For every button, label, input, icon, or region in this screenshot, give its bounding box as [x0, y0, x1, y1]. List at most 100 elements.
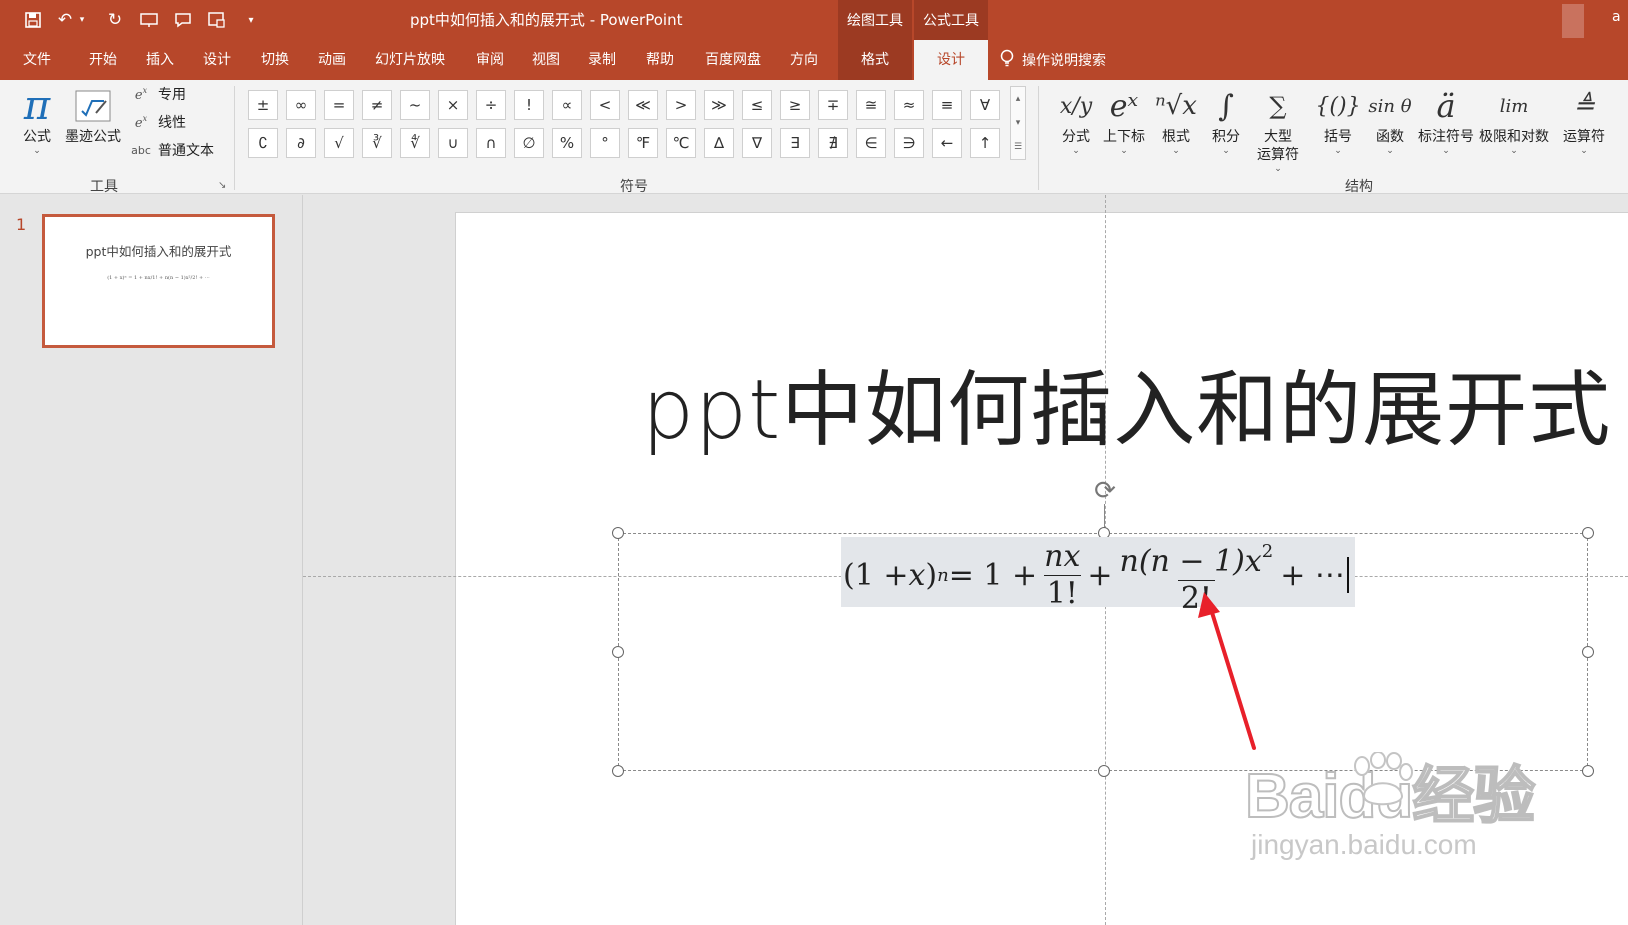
scroll-up-icon[interactable]: ▴ — [1016, 94, 1021, 104]
structure-button[interactable]: ≜ 运算符 ⌄ — [1556, 84, 1612, 156]
symbol-button[interactable]: ≤ — [742, 90, 772, 120]
symbol-button[interactable]: < — [590, 90, 620, 120]
gallery-more-icon[interactable]: ☰ — [1014, 142, 1022, 152]
structure-button[interactable]: sin θ 函数 ⌄ — [1362, 84, 1418, 157]
symbol-button[interactable]: ≪ — [628, 90, 658, 120]
symbol-button[interactable]: ± — [248, 90, 278, 120]
symbol-button[interactable]: ∇ — [742, 128, 772, 158]
structure-button[interactable]: ⁿ√x 根式 ⌄ — [1148, 84, 1204, 156]
symbol-button[interactable]: ≥ — [780, 90, 810, 120]
resize-handle-bottom-right[interactable] — [1582, 765, 1594, 777]
symbol-button[interactable]: ∈ — [856, 128, 886, 158]
symbol-button[interactable]: ° — [590, 128, 620, 158]
symbol-button[interactable]: ∂ — [286, 128, 316, 158]
ink-equation-button[interactable]: 墨迹公式 — [62, 84, 124, 146]
symbol-button[interactable]: ÷ — [476, 90, 506, 120]
undo-icon[interactable]: ↶ — [52, 6, 78, 34]
tab-transitions[interactable]: 切换 — [246, 40, 304, 80]
symbol-button[interactable]: ∃ — [780, 128, 810, 158]
slide-thumbnail[interactable]: ppt中如何插入和的展开式 (1 + x)ⁿ = 1 + nx/1! + n(n… — [42, 214, 275, 348]
symbol-button[interactable]: ∆ — [704, 128, 734, 158]
professional-button[interactable]: ex 专用 — [130, 82, 186, 106]
tab-help[interactable]: 帮助 — [632, 40, 688, 80]
slide-title[interactable]: ppt中如何插入和的展开式 — [642, 343, 1611, 462]
symbol-button[interactable]: ∩ — [476, 128, 506, 158]
window-control-button[interactable] — [1562, 4, 1584, 38]
symbol-button[interactable]: ∜ — [400, 128, 430, 158]
resize-handle-bottom[interactable] — [1098, 765, 1110, 777]
redo-icon[interactable]: ↻ — [102, 6, 128, 34]
tab-slideshow[interactable]: 幻灯片放映 — [364, 40, 456, 80]
tab-direction[interactable]: 方向 — [776, 40, 832, 80]
symbol-button[interactable]: ! — [514, 90, 544, 120]
structure-label: 积分 — [1212, 129, 1240, 145]
tab-review[interactable]: 审阅 — [462, 40, 518, 80]
symbol-button[interactable]: ← — [932, 128, 962, 158]
symbol-button[interactable]: ∀ — [970, 90, 1000, 120]
symbol-button[interactable]: √ — [324, 128, 354, 158]
eq-tail: + ⋯ — [1280, 557, 1345, 593]
tab-design[interactable]: 设计 — [188, 40, 246, 80]
equation[interactable]: (1 + x) n = 1 + nx 1! + n(n − 1)x2 2! + ⋯ — [843, 537, 1349, 614]
symbol-button[interactable]: ∪ — [438, 128, 468, 158]
symbol-button[interactable]: ~ — [400, 90, 430, 120]
tab-record[interactable]: 录制 — [574, 40, 630, 80]
symbol-button[interactable]: % — [552, 128, 582, 158]
tab-format[interactable]: 格式 — [838, 40, 912, 80]
symbol-button[interactable]: ≫ — [704, 90, 734, 120]
abc-icon: abc — [131, 143, 151, 157]
symbol-button[interactable]: ∁ — [248, 128, 278, 158]
account-name[interactable]: a — [1612, 9, 1621, 25]
symbol-button[interactable]: ℉ — [628, 128, 658, 158]
resize-handle-bottom-left[interactable] — [612, 765, 624, 777]
equation-button[interactable]: π 公式 ⌄ — [14, 83, 60, 156]
symbol-button[interactable]: ∋ — [894, 128, 924, 158]
tab-baidu-netdisk[interactable]: 百度网盘 — [696, 40, 770, 80]
undo-dropdown-icon[interactable]: ▾ — [76, 6, 88, 34]
symbol-button[interactable]: > — [666, 90, 696, 120]
structure-button[interactable]: ∫ 积分 ⌄ — [1198, 84, 1254, 157]
scroll-down-icon[interactable]: ▾ — [1016, 118, 1021, 128]
symbol-button[interactable]: × — [438, 90, 468, 120]
structure-button[interactable]: eˣ 上下标 ⌄ — [1096, 84, 1152, 157]
tab-equation-design[interactable]: 设计 — [914, 40, 988, 80]
symbol-button[interactable]: ≡ — [932, 90, 962, 120]
tab-insert[interactable]: 插入 — [131, 40, 189, 80]
symbol-button[interactable]: ≠ — [362, 90, 392, 120]
symbol-button[interactable]: ℃ — [666, 128, 696, 158]
symbol-button[interactable]: ∅ — [514, 128, 544, 158]
comment-icon[interactable] — [170, 6, 196, 34]
tab-animations[interactable]: 动画 — [303, 40, 361, 80]
tell-me-search[interactable]: 操作说明搜索 — [1000, 40, 1106, 80]
symbol-button[interactable]: ∓ — [818, 90, 848, 120]
tab-file[interactable]: 文件 — [8, 40, 66, 80]
save-icon[interactable] — [20, 6, 46, 34]
rotate-handle-icon[interactable]: ⟳ — [1090, 476, 1120, 506]
symbol-button[interactable]: ↑ — [970, 128, 1000, 158]
symbol-button[interactable]: ∞ — [286, 90, 316, 120]
structure-button[interactable]: {()} 括号 ⌄ — [1310, 84, 1366, 157]
structure-button[interactable]: lim 极限和对数 ⌄ — [1479, 84, 1549, 157]
tab-home[interactable]: 开始 — [74, 40, 132, 80]
gallery-scrollbar[interactable]: ▴ ▾ ☰ — [1010, 86, 1026, 160]
symbol-button[interactable]: ∛ — [362, 128, 392, 158]
layout-icon[interactable] — [204, 6, 230, 34]
present-icon[interactable] — [136, 6, 162, 34]
symbol-button[interactable]: ∝ — [552, 90, 582, 120]
resize-handle-left[interactable] — [612, 646, 624, 658]
customize-icon[interactable]: ▾ — [238, 6, 264, 34]
normal-text-button[interactable]: abc 普通文本 — [130, 138, 214, 162]
tab-view[interactable]: 视图 — [518, 40, 574, 80]
resize-handle-top-left[interactable] — [612, 527, 624, 539]
paw-logo-icon — [1354, 752, 1413, 806]
structure-button[interactable]: ä 标注符号 ⌄ — [1418, 84, 1474, 156]
linear-button[interactable]: ex 线性 — [130, 110, 186, 134]
dialog-launcher-icon[interactable]: ↘ — [218, 180, 226, 191]
resize-handle-right[interactable] — [1582, 646, 1594, 658]
symbol-button[interactable]: ≈ — [894, 90, 924, 120]
structure-button[interactable]: ∑ 大型 运算符 ⌄ — [1250, 84, 1306, 174]
symbol-button[interactable]: = — [324, 90, 354, 120]
symbol-button[interactable]: ∄ — [818, 128, 848, 158]
resize-handle-top-right[interactable] — [1582, 527, 1594, 539]
symbol-button[interactable]: ≅ — [856, 90, 886, 120]
